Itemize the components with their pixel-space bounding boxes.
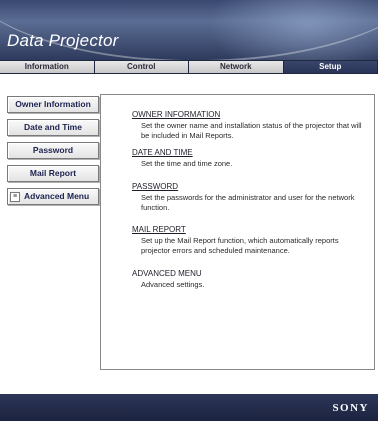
tab-control[interactable]: Control bbox=[94, 61, 189, 73]
owner-information-description: Set the owner name and installation stat… bbox=[141, 121, 362, 140]
advanced-menu-label: Advanced Menu bbox=[24, 191, 90, 201]
tab-information[interactable]: Information bbox=[0, 61, 95, 73]
mail-report-link[interactable]: MAIL REPORT bbox=[132, 225, 362, 235]
tab-setup[interactable]: Setup bbox=[283, 61, 378, 73]
date-and-time-description: Set the time and time zone. bbox=[141, 159, 233, 168]
mail-report-button[interactable]: Mail Report bbox=[7, 165, 99, 182]
tab-bar: Information Control Network Setup bbox=[0, 60, 378, 74]
app-title: Data Projector bbox=[7, 31, 119, 50]
owner-information-button[interactable]: Owner Information bbox=[7, 96, 99, 113]
footer-bar: SONY bbox=[0, 394, 378, 421]
section-advanced-menu: ADVANCED MENU Advanced settings. bbox=[132, 269, 362, 290]
section-date-and-time: DATE AND TIME Set the time and time zone… bbox=[132, 148, 362, 169]
brand-logo: SONY bbox=[332, 402, 369, 414]
advanced-menu-button[interactable]: ≡ Advanced Menu bbox=[7, 188, 99, 205]
tab-network[interactable]: Network bbox=[189, 61, 284, 73]
password-description: Set the passwords for the administrator … bbox=[141, 193, 355, 212]
section-owner-information: OWNER INFORMATION Set the owner name and… bbox=[132, 110, 362, 141]
advanced-menu-heading: ADVANCED MENU bbox=[132, 269, 202, 278]
section-password: PASSWORD Set the passwords for the admin… bbox=[132, 182, 362, 213]
owner-information-link[interactable]: OWNER INFORMATION bbox=[132, 110, 362, 120]
section-mail-report: MAIL REPORT Set up the Mail Report funct… bbox=[132, 225, 362, 256]
password-button[interactable]: Password bbox=[7, 142, 99, 159]
sidebar: Owner Information Date and Time Password… bbox=[7, 96, 99, 211]
date-and-time-button[interactable]: Date and Time bbox=[7, 119, 99, 136]
header-banner: Data Projector bbox=[0, 0, 378, 60]
mail-report-description: Set up the Mail Report function, which a… bbox=[141, 236, 339, 255]
date-and-time-link[interactable]: DATE AND TIME bbox=[132, 148, 362, 158]
advanced-menu-description: Advanced settings. bbox=[141, 280, 205, 289]
content-panel: OWNER INFORMATION Set the owner name and… bbox=[100, 94, 375, 370]
password-link[interactable]: PASSWORD bbox=[132, 182, 362, 192]
collapse-icon: ≡ bbox=[10, 191, 20, 202]
